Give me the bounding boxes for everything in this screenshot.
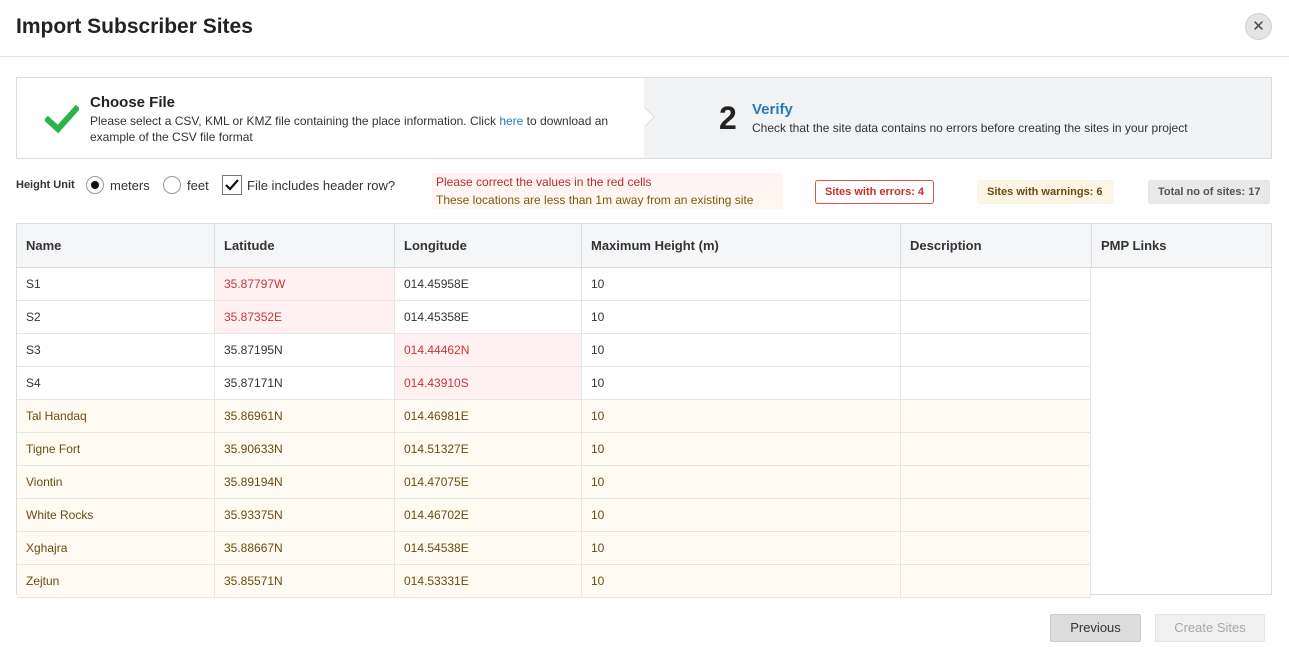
cell-name: White Rocks: [17, 499, 215, 531]
table-row[interactable]: Tigne Fort 35.90633N 014.51327E 10: [17, 433, 1091, 466]
meters-label[interactable]: meters: [110, 178, 150, 193]
table-row[interactable]: Zejtun 35.85571N 014.53331E 10: [17, 565, 1091, 598]
cell-name: S3: [17, 334, 215, 366]
cell-lon: 014.46981E: [395, 400, 582, 432]
cell-desc: [901, 565, 1091, 597]
cell-height: 10: [582, 532, 901, 564]
cell-lon: 014.54538E: [395, 532, 582, 564]
errors-badge[interactable]: Sites with errors: 4: [815, 180, 935, 204]
dialog-header: Import Subscriber Sites ✕: [0, 0, 1289, 57]
pmp-links-column: [1091, 268, 1271, 594]
cell-lat: 35.85571N: [215, 565, 395, 597]
download-example-link[interactable]: here: [499, 114, 523, 128]
checkmark-icon: [225, 179, 239, 191]
cell-height: 10: [582, 499, 901, 531]
total-badge: Total no of sites: 17: [1148, 180, 1271, 204]
cell-desc: [901, 466, 1091, 498]
cell-desc: [901, 301, 1091, 333]
table-row[interactable]: S3 35.87195N 014.44462N 10: [17, 334, 1091, 367]
step-choose-file[interactable]: Choose File Please select a CSV, KML or …: [17, 78, 644, 158]
table-row[interactable]: S4 35.87171N 014.43910S 10: [17, 367, 1091, 400]
column-header-longitude: Longitude: [395, 224, 582, 268]
cell-desc: [901, 367, 1091, 399]
feet-label[interactable]: feet: [187, 178, 209, 193]
meters-radio[interactable]: [86, 176, 104, 194]
table-row[interactable]: White Rocks 35.93375N 014.46702E 10: [17, 499, 1091, 532]
step2-number: 2: [719, 100, 737, 136]
cell-lat: 35.87195N: [215, 334, 395, 366]
error-message: Please correct the values in the red cel…: [436, 175, 652, 189]
table-row[interactable]: Viontin 35.89194N 014.47075E 10: [17, 466, 1091, 499]
step1-title: Choose File: [90, 94, 176, 111]
cell-lon: 014.53331E: [395, 565, 582, 597]
cell-desc: [901, 532, 1091, 564]
cell-lon: 014.46702E: [395, 499, 582, 531]
cell-lat: 35.88667N: [215, 532, 395, 564]
cell-height: 10: [582, 565, 901, 597]
header-row-label[interactable]: File includes header row?: [247, 178, 395, 193]
validation-messages: Please correct the values in the red cel…: [432, 173, 783, 209]
create-sites-button[interactable]: Create Sites: [1155, 614, 1265, 642]
cell-lat: 35.89194N: [215, 466, 395, 498]
cell-lat: 35.93375N: [215, 499, 395, 531]
warning-message: These locations are less than 1m away fr…: [436, 193, 754, 207]
cell-name: S2: [17, 301, 215, 333]
checkmark-icon: [45, 104, 79, 134]
column-header-pmp-links: PMP Links: [1101, 238, 1167, 253]
cell-lat: 35.87171N: [215, 367, 395, 399]
table-header: Name Latitude Longitude Maximum Height (…: [17, 224, 1271, 268]
cell-lon: 014.45358E: [395, 301, 582, 333]
step2-title: Verify: [752, 101, 793, 118]
column-header-name: Name: [17, 224, 215, 268]
cell-lat: 35.90633N: [215, 433, 395, 465]
cell-lon: 014.51327E: [395, 433, 582, 465]
header-row-checkbox[interactable]: [222, 175, 242, 195]
cell-name: Viontin: [17, 466, 215, 498]
column-header-max-height: Maximum Height (m): [582, 224, 901, 268]
cell-lat: 35.86961N: [215, 400, 395, 432]
cell-name: Tigne Fort: [17, 433, 215, 465]
cell-lon: 014.43910S: [395, 367, 582, 399]
table-row[interactable]: S2 35.87352E 014.45358E 10: [17, 301, 1091, 334]
cell-desc: [901, 334, 1091, 366]
warnings-badge[interactable]: Sites with warnings: 6: [977, 180, 1113, 204]
previous-button[interactable]: Previous: [1050, 614, 1141, 642]
cell-name: Tal Handaq: [17, 400, 215, 432]
dialog-title: Import Subscriber Sites: [16, 15, 253, 38]
step2-description: Check that the site data contains no err…: [752, 121, 1188, 135]
cell-height: 10: [582, 334, 901, 366]
cell-height: 10: [582, 400, 901, 432]
step1-description: Please select a CSV, KML or KMZ file con…: [90, 114, 609, 144]
cell-height: 10: [582, 433, 901, 465]
column-header-latitude: Latitude: [215, 224, 395, 268]
cell-name: Xghajra: [17, 532, 215, 564]
cell-lat: 35.87797W: [215, 268, 395, 300]
cell-lon: 014.45958E: [395, 268, 582, 300]
cell-desc: [901, 400, 1091, 432]
cell-name: S4: [17, 367, 215, 399]
feet-radio[interactable]: [163, 176, 181, 194]
close-icon[interactable]: ✕: [1245, 13, 1272, 40]
cell-lon: 014.44462N: [395, 334, 582, 366]
step-verify: 2 Verify Check that the site data contai…: [644, 78, 1271, 158]
table-row[interactable]: Tal Handaq 35.86961N 014.46981E 10: [17, 400, 1091, 433]
sites-table: Name Latitude Longitude Maximum Height (…: [16, 223, 1272, 598]
cell-height: 10: [582, 367, 901, 399]
table-row[interactable]: S1 35.87797W 014.45958E 10: [17, 268, 1091, 301]
table-row[interactable]: Xghajra 35.88667N 014.54538E 10: [17, 532, 1091, 565]
column-header-description: Description: [901, 224, 1092, 268]
cell-height: 10: [582, 301, 901, 333]
cell-desc: [901, 268, 1091, 300]
cell-desc: [901, 433, 1091, 465]
cell-lat: 35.87352E: [215, 301, 395, 333]
cell-height: 10: [582, 268, 901, 300]
cell-name: Zejtun: [17, 565, 215, 597]
cell-name: S1: [17, 268, 215, 300]
wizard-steps: Choose File Please select a CSV, KML or …: [16, 77, 1272, 159]
cell-lon: 014.47075E: [395, 466, 582, 498]
cell-desc: [901, 499, 1091, 531]
cell-height: 10: [582, 466, 901, 498]
height-unit-label: Height Unit: [16, 179, 75, 191]
